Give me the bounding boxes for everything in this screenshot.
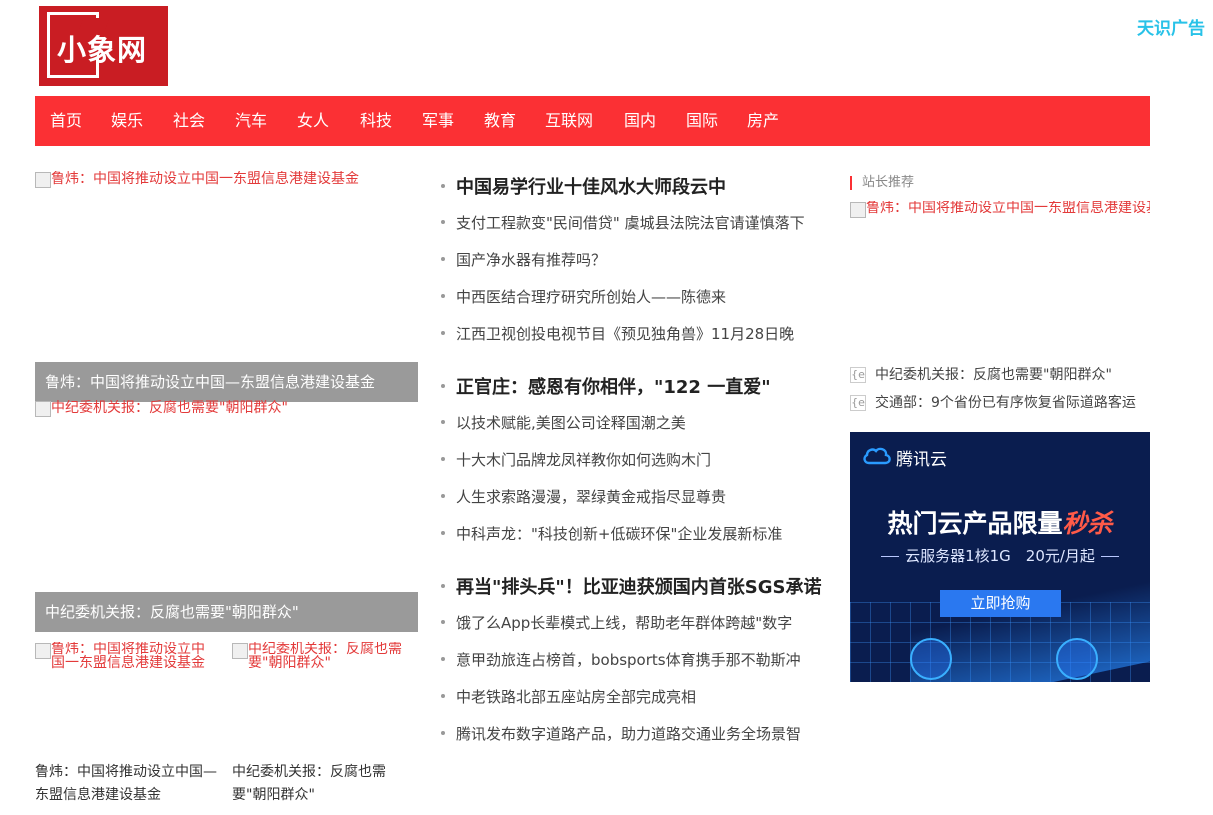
- news-item[interactable]: 中科声龙："科技创新+低碳环保"企业发展新标准: [441, 523, 782, 544]
- ad-buy-now-button[interactable]: 立即抢购: [940, 590, 1061, 617]
- bullet-dot: [441, 584, 445, 588]
- small-caption-2[interactable]: 中纪委机关报：反腐也需要"朝阳群众": [232, 761, 407, 807]
- broken-image-icon: [35, 172, 51, 188]
- broken-favicon-icon: {e: [850, 367, 866, 383]
- news-item[interactable]: 十大木门品牌龙凤祥教你如何选购木门: [441, 449, 711, 470]
- main-nav: 首页 娱乐 社会 汽车 女人 科技 军事 教育 互联网 国内 国际 房产: [35, 96, 1150, 146]
- small-image-1[interactable]: 鲁炜：中国将推动设立中国一东盟信息港建设基金: [35, 642, 215, 670]
- news-item[interactable]: 国产净水器有推荐吗？: [441, 249, 606, 270]
- tencent-cloud-logo-icon: [863, 447, 891, 465]
- nav-item-entertainment[interactable]: 娱乐: [111, 96, 143, 146]
- nav-item-auto[interactable]: 汽车: [235, 96, 267, 146]
- broken-image-icon: [232, 643, 248, 659]
- news-item[interactable]: 饿了么App长辈模式上线，帮助老年群体跨越"数字: [441, 612, 792, 633]
- ad-clock-decoration: [1056, 638, 1098, 680]
- ad-chip-decoration: [910, 638, 952, 680]
- nav-item-internet[interactable]: 互联网: [545, 96, 593, 146]
- news-heading[interactable]: 中国易学行业十佳风水大师段云中: [441, 173, 726, 199]
- news-item[interactable]: 中西医结合理疗研究所创始人——陈德来: [441, 286, 726, 307]
- featured-caption-2[interactable]: 中纪委机关报：反腐也需要"朝阳群众": [35, 592, 418, 632]
- bullet-dot: [441, 730, 445, 735]
- nav-item-education[interactable]: 教育: [484, 96, 516, 146]
- recommend-image[interactable]: 鲁炜：中国将推动设立中国一东盟信息港建设基金: [850, 201, 1150, 218]
- news-item[interactable]: 意甲劲旅连占榜首，bobsports体育携手那不勒斯冲: [441, 649, 801, 670]
- nav-item-women[interactable]: 女人: [297, 96, 329, 146]
- bullet-dot: [441, 293, 445, 298]
- nav-item-tech[interactable]: 科技: [360, 96, 392, 146]
- bullet-dot: [441, 256, 445, 261]
- bullet-dot: [441, 530, 445, 535]
- broken-image-icon: [35, 643, 51, 659]
- logo-text: 小象网: [57, 33, 148, 67]
- side-news-link[interactable]: {e 交通部：9个省份已有序恢复省际道路客运: [850, 392, 1136, 412]
- bullet-dot: [441, 693, 445, 698]
- news-item[interactable]: 支付工程款变"民间借贷" 虞城县法院法官请谨慎落下: [441, 212, 805, 233]
- news-item[interactable]: 中老铁路北部五座站房全部完成亮相: [441, 686, 696, 707]
- broken-image-icon: [35, 401, 51, 417]
- bullet-dot: [441, 384, 445, 388]
- nav-item-military[interactable]: 军事: [422, 96, 454, 146]
- image-alt-text: 鲁炜：中国将推动设立中国一东盟信息港建设基金: [51, 171, 359, 187]
- ad-brand: 腾讯云: [896, 450, 947, 470]
- bullet-dot: [441, 619, 445, 624]
- bullet-dot: [441, 456, 445, 461]
- news-item[interactable]: 腾讯发布数字道路产品，助力道路交通业务全场景智: [441, 723, 801, 744]
- nav-item-society[interactable]: 社会: [173, 96, 205, 146]
- news-heading[interactable]: 正官庄：感恩有你相伴，"122 一直爱": [441, 373, 771, 399]
- ad-headline: 热门云产品限量秒杀: [887, 509, 1113, 538]
- tencent-cloud-ad[interactable]: 腾讯云 热门云产品限量秒杀 云服务器1核1G 20元/月起 立即抢购: [850, 432, 1150, 682]
- bullet-dot: [441, 656, 445, 661]
- bullet-dot: [441, 219, 445, 224]
- bullet-dot: [441, 184, 445, 188]
- broken-image-icon: [850, 202, 866, 218]
- site-logo[interactable]: 小象网: [39, 6, 168, 86]
- bullet-dot: [441, 330, 445, 335]
- small-caption-1[interactable]: 鲁炜：中国将推动设立中国—东盟信息港建设基金: [35, 761, 220, 807]
- news-item[interactable]: 人生求索路漫漫，翠绿黄金戒指尽显尊贵: [441, 486, 726, 507]
- news-item[interactable]: 江西卫视创投电视节目《预见独角兽》11月28日晚: [441, 323, 794, 344]
- nav-item-international[interactable]: 国际: [686, 96, 718, 146]
- side-news-link[interactable]: {e 中纪委机关报：反腐也需要"朝阳群众": [850, 364, 1112, 384]
- ad-subline: 云服务器1核1G 20元/月起: [850, 545, 1150, 566]
- featured-caption-1[interactable]: 鲁炜：中国将推动设立中国—东盟信息港建设基金: [35, 362, 418, 402]
- nav-item-realestate[interactable]: 房产: [747, 96, 779, 146]
- broken-favicon-icon: {e: [850, 395, 866, 411]
- image-alt-text: 中纪委机关报：反腐也需要"朝阳群众": [248, 642, 402, 670]
- recommend-section-title: 站长推荐: [850, 176, 914, 190]
- image-alt-text: 鲁炜：中国将推动设立中国一东盟信息港建设基金: [866, 201, 1150, 216]
- bullet-dot: [441, 493, 445, 498]
- news-heading[interactable]: 再当"排头兵"！比亚迪获颁国内首张SGS承诺: [441, 573, 821, 599]
- image-alt-text: 中纪委机关报：反腐也需要"朝阳群众": [51, 400, 288, 416]
- bullet-dot: [441, 419, 445, 424]
- ad-link[interactable]: 天识广告: [1137, 14, 1205, 39]
- nav-item-domestic[interactable]: 国内: [624, 96, 656, 146]
- featured-image-2[interactable]: 中纪委机关报：反腐也需要"朝阳群众": [35, 400, 418, 417]
- image-alt-text: 鲁炜：中国将推动设立中国一东盟信息港建设基金: [51, 642, 205, 670]
- featured-image-1[interactable]: 鲁炜：中国将推动设立中国一东盟信息港建设基金: [35, 171, 418, 188]
- nav-item-home[interactable]: 首页: [50, 96, 82, 146]
- small-image-2[interactable]: 中纪委机关报：反腐也需要"朝阳群众": [232, 642, 412, 670]
- news-item[interactable]: 以技术赋能,美图公司诠释国潮之美: [441, 412, 686, 433]
